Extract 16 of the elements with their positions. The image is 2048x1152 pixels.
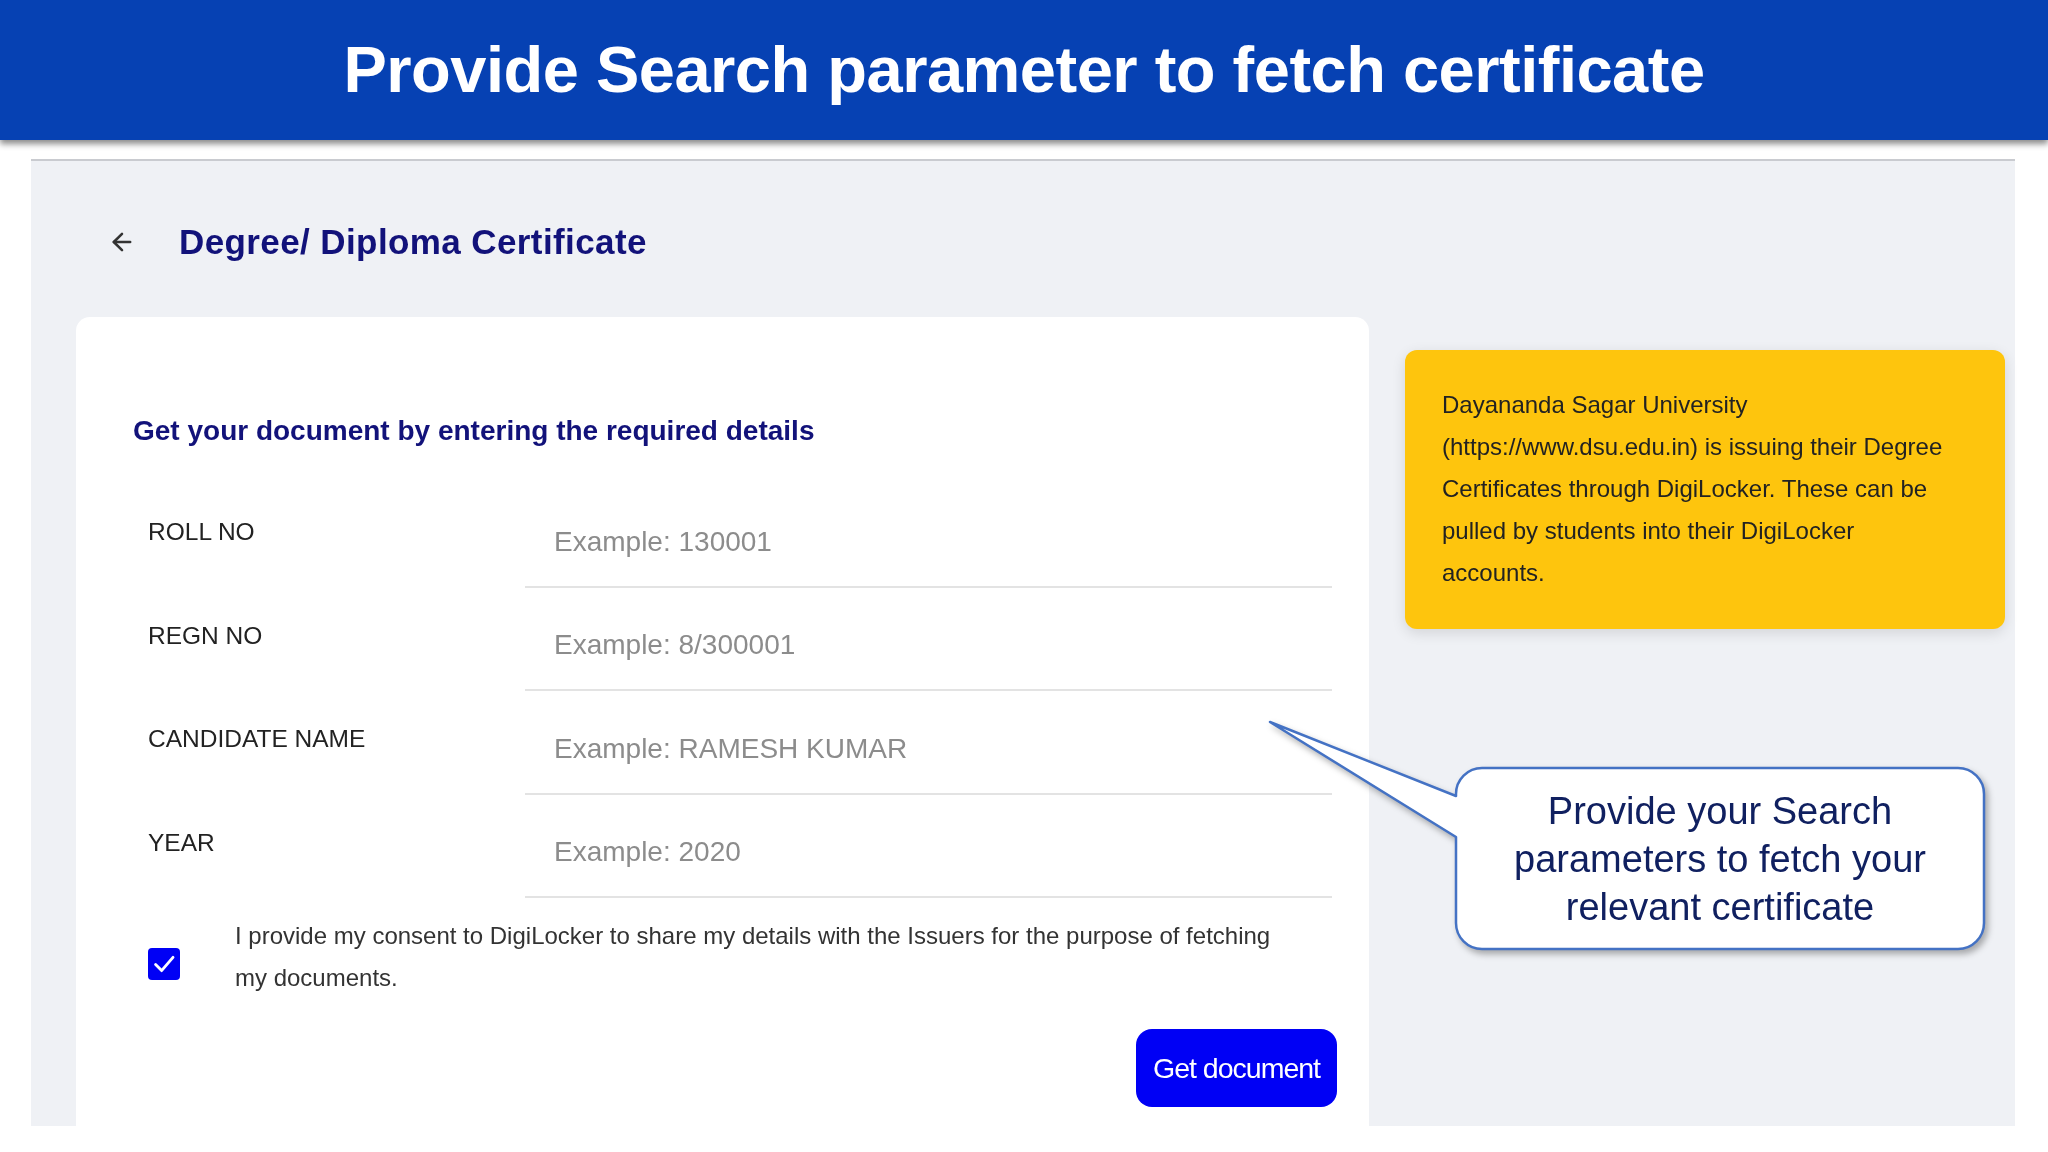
consent-checkbox[interactable]: [148, 948, 180, 980]
field-label: CANDIDATE NAME: [148, 724, 366, 755]
input-field[interactable]: Example: RAMESH KUMAR: [525, 691, 1332, 795]
info-text: Dayananda Sagar University (https://www.dsu.edu.in) is issuing their Degree Certificates through DigiLocker. These can be pulled by students into their DigiLocker accounts.: [1442, 390, 1944, 588]
banner-title: Provide Search parameter to fetch certificate: [343, 32, 1705, 109]
field-label: REGN NO: [148, 620, 263, 651]
consent-text: I provide my consent to DigiLocker to share my details with the Issuers for the purpose of fetching my documents.: [235, 921, 1272, 993]
input-field[interactable]: Example: 2020: [525, 794, 1332, 898]
callout-text: Provide your Search parameters to fetch your relevant certificate: [1513, 788, 1927, 930]
input-field[interactable]: Example: 8/300001: [525, 587, 1332, 691]
field-label: YEAR: [148, 827, 215, 858]
get-document-button[interactable]: Get document: [1136, 1029, 1337, 1107]
field-label: ROLL NO: [148, 517, 255, 548]
page-title: Degree/ Diploma Certificate: [179, 220, 647, 263]
form-heading: Get your document by entering the required details: [133, 414, 816, 448]
input-field[interactable]: Example: 130001: [525, 484, 1332, 588]
